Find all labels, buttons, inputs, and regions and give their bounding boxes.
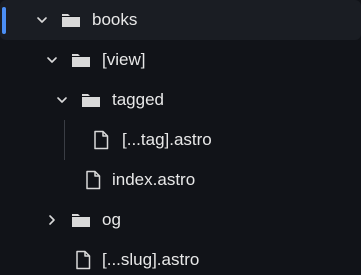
indent-guide [64, 120, 65, 160]
tree-item-label: [view] [102, 50, 146, 69]
tree-item-label: [...slug].astro [102, 250, 200, 269]
file-icon [73, 250, 93, 270]
tree-item-og[interactable]: og [0, 200, 361, 240]
tree-item-label: og [102, 210, 121, 229]
folder-icon [71, 210, 91, 230]
tree-item-tag-astro[interactable]: [...tag].astro [0, 120, 361, 160]
tree-item-label: index.astro [112, 170, 196, 189]
folder-icon [81, 90, 101, 110]
tree-item-books[interactable]: books [0, 0, 361, 40]
tree-item-label: books [92, 10, 138, 29]
chevron-down-icon[interactable] [46, 54, 58, 66]
folder-icon [71, 50, 91, 70]
file-icon [91, 130, 111, 150]
tree-item-label: tagged [112, 90, 164, 109]
tree-item-label: [...tag].astro [122, 130, 212, 149]
file-icon [83, 170, 103, 190]
tree-item-view[interactable]: [view] [0, 40, 361, 80]
tree-item-tagged[interactable]: tagged [0, 80, 361, 120]
chevron-down-icon[interactable] [56, 94, 68, 106]
tree-item-slug-astro[interactable]: [...slug].astro [0, 240, 361, 275]
chevron-down-icon[interactable] [36, 14, 48, 26]
folder-icon [61, 10, 81, 30]
chevron-right-icon[interactable] [46, 214, 58, 226]
tree-item-index-astro[interactable]: index.astro [0, 160, 361, 200]
selection-indicator [2, 7, 6, 34]
file-tree: books [view] tagged [...tag].astro index… [0, 0, 361, 275]
